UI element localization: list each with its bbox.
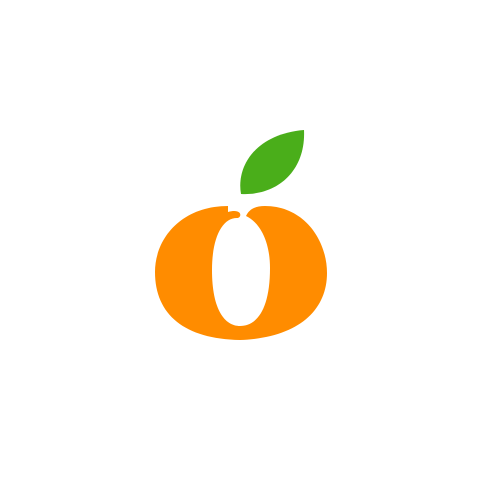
leaf-icon [240,130,305,195]
orange-fruit-icon [155,206,327,340]
orange-fruit-logo-icon [155,130,327,340]
logo-canvas [0,0,480,480]
